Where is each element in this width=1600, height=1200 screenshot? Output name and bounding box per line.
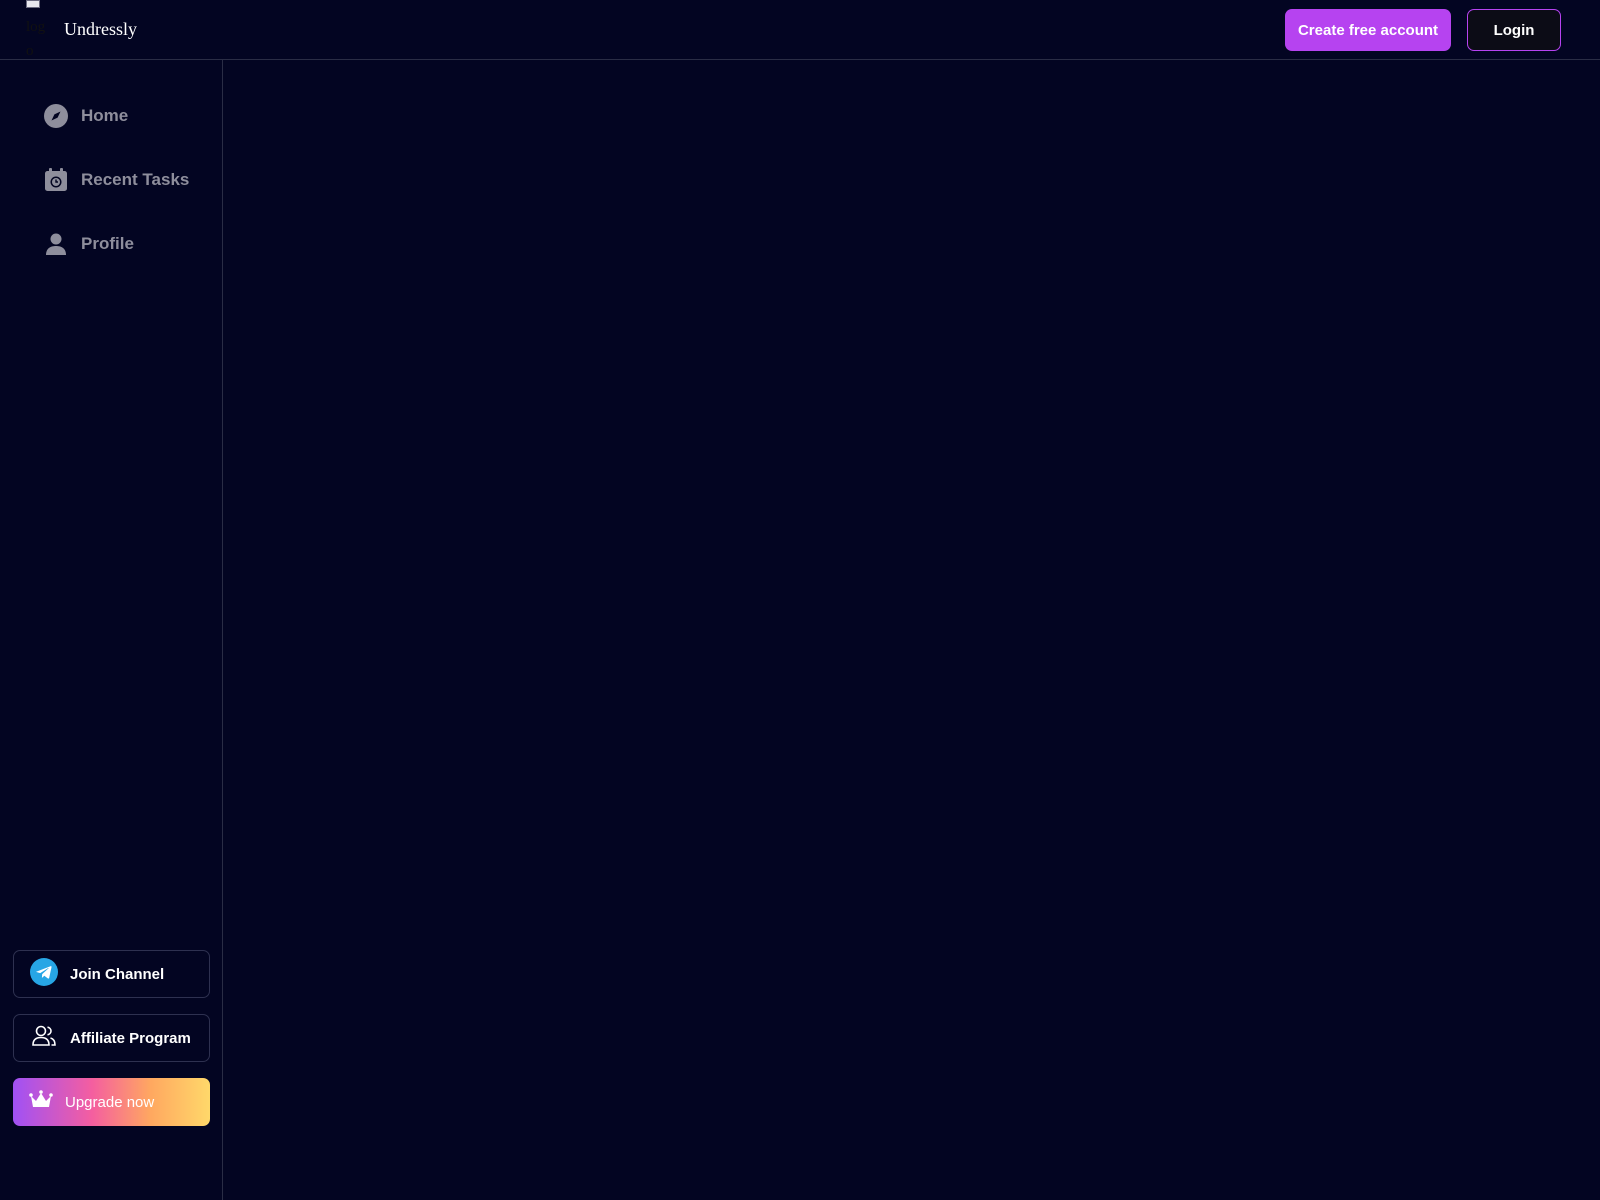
crown-icon <box>29 1089 53 1115</box>
logo-image-broken-icon <box>26 0 40 8</box>
sidebar-item-profile[interactable]: Profile <box>43 229 134 259</box>
sidebar-item-home[interactable]: Home <box>43 101 128 131</box>
login-button[interactable]: Login <box>1467 9 1561 51</box>
join-channel-button[interactable]: Join Channel <box>13 950 210 998</box>
create-free-account-button[interactable]: Create free account <box>1285 9 1451 51</box>
sidebar-item-recent-tasks[interactable]: Recent Tasks <box>43 165 189 195</box>
telegram-icon <box>30 958 58 990</box>
sidebar-item-label: Recent Tasks <box>81 170 190 189</box>
compass-icon <box>43 103 69 129</box>
upgrade-now-button[interactable]: Upgrade now <box>13 1078 210 1126</box>
sidebar-item-label: Home <box>81 106 129 125</box>
brand-name[interactable]: Undressly <box>64 19 137 40</box>
affiliate-program-label: Affiliate Program <box>70 1029 191 1047</box>
upgrade-now-label: Upgrade now <box>65 1093 155 1111</box>
sidebar-item-label: Profile <box>81 234 134 253</box>
sidebar: Home Recent Tasks Profile Join Channel A… <box>0 60 223 1200</box>
top-header: logo Undressly Create free account Login <box>0 0 1600 60</box>
calendar-clock-icon <box>43 167 69 193</box>
user-icon <box>43 231 69 257</box>
affiliate-program-button[interactable]: Affiliate Program <box>13 1014 210 1062</box>
join-channel-label: Join Channel <box>70 965 165 983</box>
main-content-area <box>224 61 1600 1200</box>
logo-alt-text: logo <box>26 19 46 59</box>
users-icon <box>30 1022 58 1054</box>
